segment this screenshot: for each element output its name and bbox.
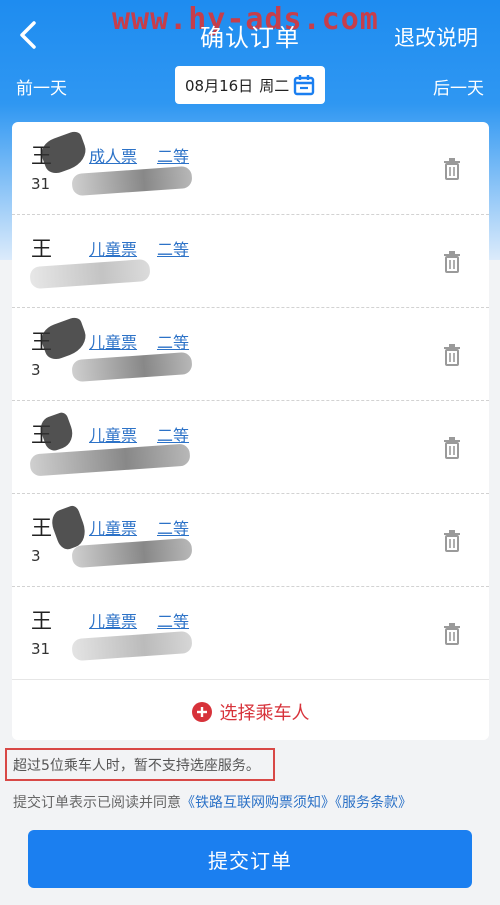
- ticket-type-link[interactable]: 成人票: [89, 143, 137, 167]
- submit-order-button[interactable]: 提交订单: [28, 830, 472, 888]
- top-bar: 确认订单 退改说明: [0, 0, 500, 70]
- seat-class-link[interactable]: 二等: [157, 422, 189, 446]
- date-text: 08月16日: [185, 76, 254, 95]
- trash-icon[interactable]: [443, 623, 461, 645]
- passenger-id: 31: [31, 640, 51, 658]
- seat-class-link[interactable]: 二等: [157, 608, 189, 632]
- agreement-text: 提交订单表示已阅读并同意《铁路互联网购票须知》《服务条款》: [13, 792, 412, 812]
- refund-policy-link[interactable]: 退改说明: [394, 22, 478, 52]
- passenger-name: 王: [31, 609, 52, 633]
- redaction-mark: [71, 165, 193, 197]
- date-bar: 前一天 08月16日 周二 后一天: [0, 64, 500, 106]
- seat-selection-notice: 超过5位乘车人时，暂不支持选座服务。: [5, 748, 275, 781]
- add-passenger-label: 选择乘车人: [219, 703, 310, 724]
- passenger-name: 王: [31, 516, 52, 540]
- passenger-row[interactable]: 王 成人票 二等 31: [12, 122, 489, 215]
- trash-icon[interactable]: [443, 251, 461, 273]
- seat-class-link[interactable]: 二等: [157, 143, 189, 167]
- ticket-type-link[interactable]: 儿童票: [89, 515, 137, 539]
- passenger-row[interactable]: 王 儿童票 二等 31: [12, 587, 489, 680]
- weekday-text: 周二: [259, 76, 290, 95]
- trash-icon[interactable]: [443, 344, 461, 366]
- trash-icon[interactable]: [443, 158, 461, 180]
- next-day-button[interactable]: 后一天: [433, 74, 484, 99]
- passenger-id: 3: [31, 547, 41, 565]
- seat-class-link[interactable]: 二等: [157, 329, 189, 353]
- redaction-mark: [29, 258, 151, 290]
- previous-day-button[interactable]: 前一天: [16, 74, 67, 99]
- redaction-mark: [71, 351, 193, 383]
- seat-class-link[interactable]: 二等: [157, 236, 189, 260]
- trash-icon[interactable]: [443, 530, 461, 552]
- passenger-id: 31: [31, 175, 51, 193]
- seat-class-link[interactable]: 二等: [157, 515, 189, 539]
- ticket-type-link[interactable]: 儿童票: [89, 329, 137, 353]
- ticket-type-link[interactable]: 儿童票: [89, 236, 137, 260]
- passenger-id: 3: [31, 361, 41, 379]
- plus-circle-icon: [191, 702, 212, 722]
- trash-icon[interactable]: [443, 437, 461, 459]
- passenger-name: 王: [31, 237, 52, 261]
- passenger-card: 王 成人票 二等 31 王 儿童票 二等 王 儿童票 二等 3: [12, 122, 489, 740]
- passenger-row[interactable]: 王 儿童票 二等: [12, 401, 489, 494]
- passenger-row[interactable]: 王 儿童票 二等: [12, 215, 489, 308]
- date-picker[interactable]: 08月16日 周二: [175, 66, 325, 104]
- passenger-row[interactable]: 王 儿童票 二等 3: [12, 494, 489, 587]
- ticket-rules-link[interactable]: 《铁路互联网购票须知》: [181, 795, 335, 811]
- ticket-type-link[interactable]: 儿童票: [89, 422, 137, 446]
- agreement-prefix: 提交订单表示已阅读并同意: [13, 795, 181, 811]
- calendar-icon: [293, 75, 315, 96]
- ticket-type-link[interactable]: 儿童票: [89, 608, 137, 632]
- passenger-row[interactable]: 王 儿童票 二等 3: [12, 308, 489, 401]
- redaction-mark: [71, 630, 193, 662]
- redaction-mark: [71, 537, 193, 569]
- add-passenger-button[interactable]: 选择乘车人: [12, 684, 489, 740]
- terms-link[interactable]: 《服务条款》: [335, 795, 412, 811]
